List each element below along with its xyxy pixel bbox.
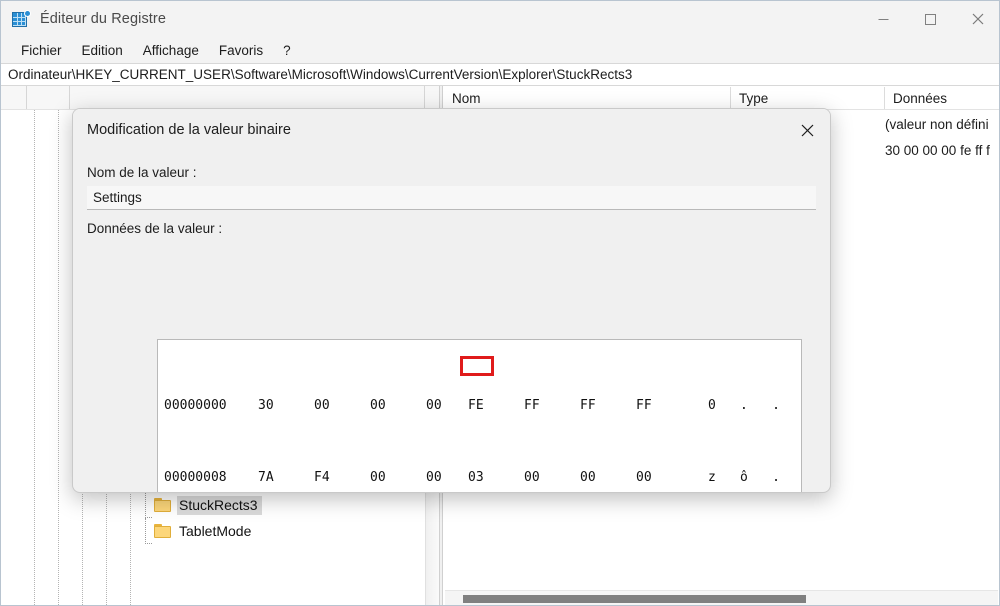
registry-editor-window: Éditeur du Registre Fichier Edition Affi… bbox=[0, 0, 1000, 606]
hex-byte[interactable]: 30 bbox=[258, 397, 278, 415]
folder-icon bbox=[154, 524, 171, 538]
close-icon[interactable] bbox=[784, 109, 830, 151]
hex-offset: 00000000 bbox=[164, 398, 227, 413]
value-name-input[interactable] bbox=[87, 186, 816, 210]
hex-content: 00000000 30 00 00 00 FE FF FF FF 0 . . .… bbox=[158, 340, 801, 492]
dialog-titlebar: Modification de la valeur binaire bbox=[73, 109, 830, 151]
value-name-label: Nom de la valeur : bbox=[87, 165, 197, 180]
close-icon[interactable] bbox=[954, 1, 999, 37]
menu-item-edition[interactable]: Edition bbox=[72, 41, 133, 60]
window-title: Éditeur du Registre bbox=[40, 11, 167, 27]
hex-row: 00000008 7A F4 00 00 03 00 00 00 z ô . .… bbox=[162, 469, 801, 487]
cell-donnees: 30 00 00 00 fe ff f bbox=[885, 143, 990, 158]
menu-item-fichier[interactable]: Fichier bbox=[11, 41, 72, 60]
menu-item-affichage[interactable]: Affichage bbox=[133, 41, 209, 60]
hex-byte[interactable]: 00 bbox=[370, 397, 390, 415]
folder-icon bbox=[154, 498, 171, 512]
window-titlebar: Éditeur du Registre bbox=[1, 1, 999, 37]
edit-binary-value-dialog: Modification de la valeur binaire Nom de… bbox=[72, 108, 831, 493]
registry-path: Ordinateur\HKEY_CURRENT_USER\Software\Mi… bbox=[8, 67, 633, 82]
hex-byte[interactable]: FF bbox=[636, 397, 656, 415]
hex-byte[interactable]: FF bbox=[524, 397, 544, 415]
column-header-type[interactable]: Type bbox=[731, 87, 885, 109]
tree-item-stuckrects3[interactable]: StuckRects3 bbox=[1, 492, 425, 518]
menu-item-favoris[interactable]: Favoris bbox=[209, 41, 273, 60]
value-data-label: Données de la valeur : bbox=[87, 221, 223, 236]
cell-donnees: (valeur non défini bbox=[885, 117, 989, 132]
tree-item-tabletmode[interactable]: TabletMode bbox=[1, 518, 425, 544]
scrollbar-thumb[interactable] bbox=[463, 595, 806, 603]
address-bar[interactable]: Ordinateur\HKEY_CURRENT_USER\Software\Mi… bbox=[1, 63, 999, 86]
hex-byte[interactable]: F4 bbox=[314, 469, 334, 487]
hex-offset: 00000008 bbox=[164, 470, 227, 485]
tree-header-cell bbox=[1, 86, 27, 109]
maximize-icon[interactable] bbox=[907, 1, 954, 37]
menu-bar: Fichier Edition Affichage Favoris ? bbox=[1, 37, 999, 63]
hex-byte[interactable]: 00 bbox=[370, 469, 390, 487]
hex-byte[interactable]: 7A bbox=[258, 469, 278, 487]
window-controls bbox=[860, 1, 999, 37]
list-header: Nom Type Données bbox=[444, 86, 999, 110]
registry-editor-icon bbox=[12, 10, 31, 28]
hex-editor[interactable]: 00000000 30 00 00 00 FE FF FF FF 0 . . .… bbox=[157, 339, 802, 492]
hex-byte[interactable]: 00 bbox=[524, 469, 544, 487]
hex-row: 00000000 30 00 00 00 FE FF FF FF 0 . . .… bbox=[162, 397, 801, 415]
column-header-donnees[interactable]: Données bbox=[885, 87, 999, 109]
list-horizontal-scrollbar[interactable] bbox=[445, 590, 998, 605]
hex-byte-highlighted[interactable]: 03 bbox=[468, 469, 488, 487]
menu-item-help[interactable]: ? bbox=[273, 41, 301, 60]
tree-item-label: StuckRects3 bbox=[177, 495, 262, 515]
dialog-title: Modification de la valeur binaire bbox=[87, 122, 291, 138]
hex-byte[interactable]: FE bbox=[468, 397, 488, 415]
hex-byte[interactable]: 00 bbox=[314, 397, 334, 415]
tree-header bbox=[1, 86, 439, 110]
tree-header-cell bbox=[27, 86, 70, 109]
hex-byte[interactable]: FF bbox=[580, 397, 600, 415]
hex-byte[interactable]: 00 bbox=[636, 469, 656, 487]
minimize-icon[interactable] bbox=[860, 1, 907, 37]
hex-byte[interactable]: 00 bbox=[426, 469, 446, 487]
tree-header-cell bbox=[70, 86, 425, 109]
hex-ascii: z ô . . . . . . bbox=[708, 470, 789, 485]
hex-ascii: 0 . . . þ ÿ ÿ ÿ bbox=[708, 398, 789, 413]
column-header-nom[interactable]: Nom bbox=[444, 87, 731, 109]
hex-byte[interactable]: 00 bbox=[426, 397, 446, 415]
highlight-box-hex-byte bbox=[460, 356, 494, 376]
hex-byte[interactable]: 00 bbox=[580, 469, 600, 487]
tree-item-label: TabletMode bbox=[179, 522, 252, 539]
